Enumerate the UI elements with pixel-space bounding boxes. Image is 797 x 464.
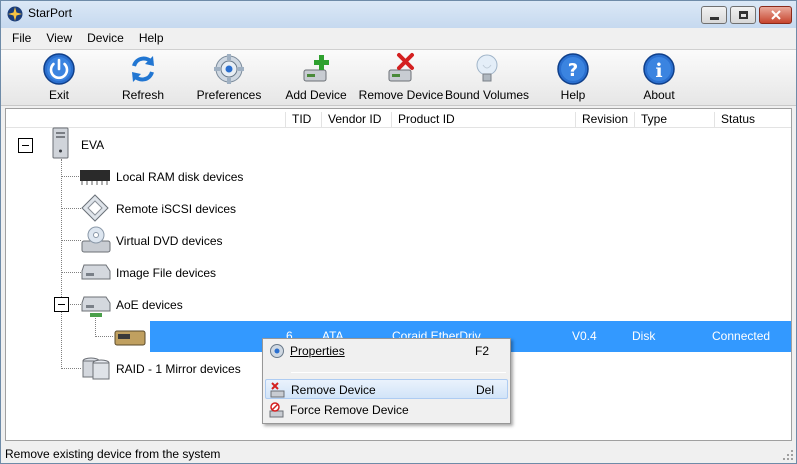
help-icon: ? — [557, 53, 589, 85]
tree-line — [95, 336, 113, 337]
menu-remove-device-shortcut: Del — [476, 383, 495, 397]
menu-properties[interactable]: Properties F2 — [265, 341, 508, 361]
tree-line — [61, 159, 62, 369]
minimize-icon — [709, 16, 719, 20]
maximize-button[interactable] — [730, 6, 756, 24]
maximize-icon — [738, 11, 748, 19]
gear-icon — [214, 54, 244, 84]
properties-gear-icon — [270, 344, 284, 358]
tree-node-ram[interactable]: Local RAM disk devices — [116, 170, 243, 184]
context-menu: Properties F2 Remove Device Del Force Re… — [262, 338, 511, 424]
computer-tower-icon — [52, 127, 69, 159]
add-device-label: Add Device — [285, 88, 347, 102]
refresh-label: Refresh — [121, 88, 165, 102]
menu-properties-label: Properties — [290, 344, 345, 358]
device-type: Disk — [632, 329, 656, 343]
menu-help[interactable]: Help — [131, 28, 171, 48]
about-label: About — [643, 88, 675, 102]
help-label: Help — [560, 88, 586, 102]
refresh-button[interactable]: Refresh — [119, 52, 167, 106]
tree-node-raid[interactable]: RAID - 1 Mirror devices — [116, 362, 241, 376]
remove-device-icon — [388, 53, 414, 82]
close-icon — [770, 10, 781, 20]
device-revision: V0.4 — [572, 329, 597, 343]
close-button[interactable] — [759, 6, 792, 24]
hard-disk-icon — [114, 330, 146, 346]
col-product-id[interactable]: Product ID — [391, 112, 455, 127]
info-icon: i — [643, 53, 675, 85]
tree-node-iscsi[interactable]: Remote iSCSI devices — [116, 202, 236, 216]
tree-node-image-file[interactable]: Image File devices — [116, 266, 216, 280]
menu-file[interactable]: File — [4, 28, 38, 48]
col-type[interactable]: Type — [634, 112, 667, 127]
menu-remove-device-label: Remove Device — [291, 383, 376, 397]
col-vendor-id[interactable]: Vendor ID — [321, 112, 381, 127]
bound-volumes-button[interactable]: Bound Volumes — [445, 52, 529, 106]
tree-node-dvd[interactable]: Virtual DVD devices — [116, 234, 223, 248]
remove-device-small-icon — [270, 382, 285, 398]
menu-remove-device[interactable]: Remove Device Del — [265, 379, 508, 399]
toolbar: Exit Refresh Preferences Add Device Remo… — [1, 49, 796, 106]
add-device-icon — [303, 55, 329, 82]
exit-button[interactable]: Exit — [39, 52, 79, 106]
status-bar: Remove existing device from the system — [1, 443, 796, 463]
col-revision[interactable]: Revision — [575, 112, 628, 127]
lightbulb-icon — [476, 54, 498, 82]
preferences-button[interactable]: Preferences — [195, 52, 263, 106]
tree-line — [61, 240, 81, 241]
refresh-icon — [132, 56, 154, 82]
main-window: StarPort File View Device Help Exit Refr… — [0, 0, 797, 464]
menu-force-remove-device[interactable]: Force Remove Device — [265, 400, 508, 420]
collapse-eva-toggle[interactable] — [18, 138, 33, 153]
resize-grip-icon[interactable] — [782, 449, 794, 461]
col-tid[interactable]: TID — [285, 112, 311, 127]
status-text: Remove existing device from the system — [5, 447, 221, 461]
raid-disks-icon — [82, 357, 110, 380]
help-button[interactable]: ? Help — [553, 52, 593, 106]
remove-device-button[interactable]: Remove Device — [358, 52, 444, 106]
menu-device[interactable]: Device — [79, 28, 131, 48]
power-icon — [43, 53, 75, 85]
collapse-aoe-toggle[interactable] — [54, 297, 69, 312]
menu-properties-shortcut: F2 — [475, 344, 490, 358]
device-status: Connected — [712, 329, 771, 343]
tree-line — [61, 272, 81, 273]
menu-force-remove-label: Force Remove Device — [290, 403, 409, 417]
force-remove-icon — [269, 402, 284, 418]
minimize-button[interactable] — [701, 6, 727, 24]
title-bar: StarPort — [1, 1, 796, 28]
add-device-button[interactable]: Add Device — [285, 52, 347, 106]
menu-bar: File View Device Help — [1, 28, 796, 48]
menu-view[interactable]: View — [38, 28, 79, 48]
tree-root-eva[interactable]: EVA — [81, 138, 104, 152]
svg-text:?: ? — [568, 60, 578, 81]
starport-logo-icon — [7, 6, 23, 22]
col-status[interactable]: Status — [714, 112, 755, 127]
image-drive-icon — [81, 264, 111, 280]
preferences-label: Preferences — [196, 88, 262, 102]
about-button[interactable]: i About — [639, 52, 679, 106]
menu-separator — [291, 372, 506, 373]
dvd-drive-icon — [81, 226, 111, 253]
bound-volumes-label: Bound Volumes — [444, 88, 530, 102]
svg-text:i: i — [655, 60, 662, 82]
exit-label: Exit — [48, 88, 69, 102]
window-title: StarPort — [28, 6, 73, 20]
ram-chip-icon — [80, 170, 110, 185]
tree-line — [61, 208, 81, 209]
iscsi-diamond-icon — [81, 194, 109, 222]
aoe-drive-icon — [81, 296, 111, 317]
tree-line — [61, 368, 81, 369]
column-header: TID Vendor ID Product ID Revision Type S… — [6, 109, 791, 128]
tree-node-aoe[interactable]: AoE devices — [116, 298, 183, 312]
remove-device-label: Remove Device — [358, 88, 444, 102]
